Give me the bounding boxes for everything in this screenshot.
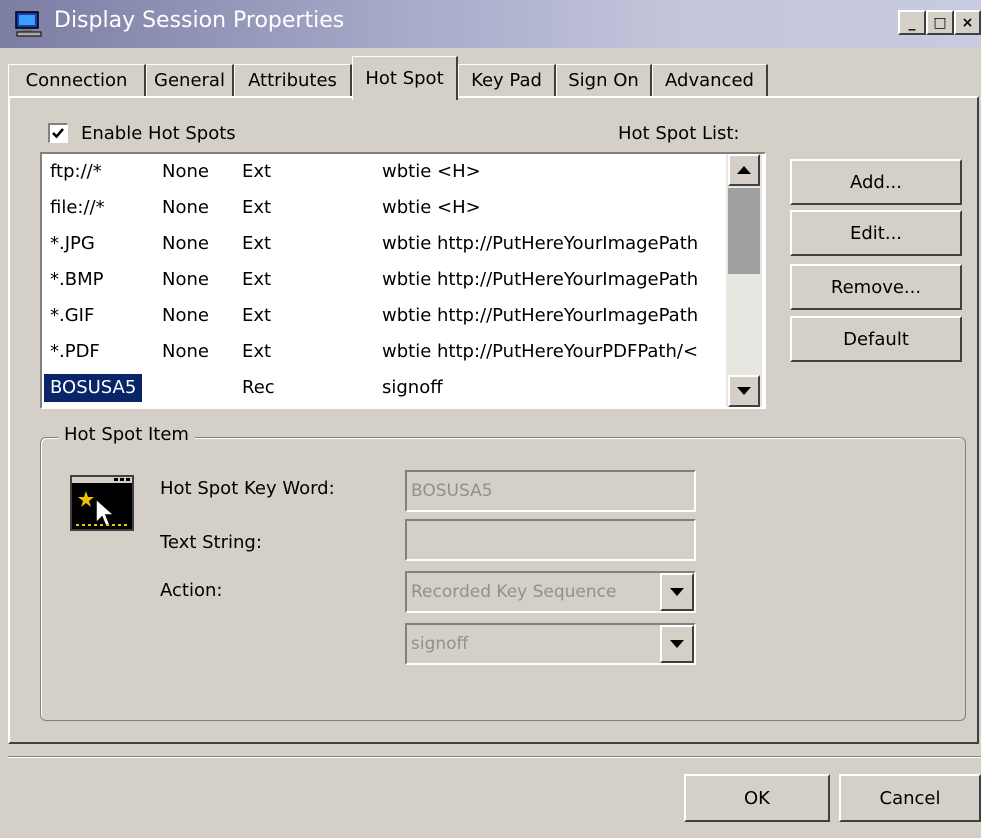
list-item[interactable]: file://* None Ext wbtie <H> <box>42 190 732 226</box>
keyword-field[interactable]: BOSUSA5 <box>405 470 696 512</box>
list-item-selected[interactable]: BOSUSA5 Rec signoff <box>42 370 732 406</box>
key-sequence-select[interactable]: signoff <box>405 623 696 665</box>
keyword-label: Hot Spot Key Word: <box>160 478 335 499</box>
close-button[interactable]: × <box>954 10 981 35</box>
hot-spot-list[interactable]: ftp://* None Ext wbtie <H> file://* None… <box>40 152 766 409</box>
tab-connection[interactable]: Connection <box>8 64 146 96</box>
remove-button[interactable]: Remove... <box>790 264 962 310</box>
action-select[interactable]: Recorded Key Sequence <box>405 571 696 613</box>
tab-sign-on[interactable]: Sign On <box>556 64 652 96</box>
hot-spot-item-title: Hot Spot Item <box>58 424 195 445</box>
list-scrollbar[interactable] <box>726 154 762 407</box>
display-session-icon <box>15 11 42 37</box>
hot-spot-list-label: Hot Spot List: <box>618 123 740 144</box>
list-item[interactable]: *.JPG None Ext wbtie http://PutHereYourI… <box>42 226 732 262</box>
add-button[interactable]: Add... <box>790 159 962 205</box>
text-string-label: Text String: <box>160 532 262 553</box>
list-item[interactable]: ftp://* None Ext wbtie <H> <box>42 154 732 190</box>
minimize-button[interactable]: _ <box>898 10 926 35</box>
list-item[interactable]: *.PDF None Ext wbtie http://PutHereYourP… <box>42 334 732 370</box>
action-label: Action: <box>160 580 223 601</box>
list-item[interactable]: *.GIF None Ext wbtie http://PutHereYourI… <box>42 298 732 334</box>
scroll-up-button[interactable] <box>728 154 760 186</box>
chevron-down-icon <box>670 640 684 648</box>
hotspot-cursor-icon <box>70 475 134 531</box>
window-title: Display Session Properties <box>54 8 345 33</box>
tab-key-pad[interactable]: Key Pad <box>458 64 556 96</box>
sequence-dropdown-button[interactable] <box>660 625 694 663</box>
action-dropdown-button[interactable] <box>660 573 694 611</box>
tab-attributes[interactable]: Attributes <box>234 64 352 96</box>
footer-separator <box>8 756 981 758</box>
scroll-down-button[interactable] <box>728 375 760 407</box>
maximize-button[interactable]: □ <box>926 10 954 35</box>
arrow-up-icon <box>737 166 751 174</box>
scroll-thumb[interactable] <box>728 188 760 274</box>
checkmark-icon <box>52 128 64 139</box>
title-bar: Display Session Properties _ □ × <box>0 0 981 48</box>
tab-advanced[interactable]: Advanced <box>652 64 768 96</box>
chevron-down-icon <box>670 588 684 596</box>
tab-general[interactable]: General <box>146 64 234 96</box>
edit-button[interactable]: Edit... <box>790 210 962 256</box>
tab-hot-spot[interactable]: Hot Spot <box>352 56 458 100</box>
default-button[interactable]: Default <box>790 316 962 362</box>
text-string-field[interactable] <box>405 519 696 561</box>
enable-hot-spots-checkbox[interactable] <box>48 123 68 143</box>
ok-button[interactable]: OK <box>684 774 830 822</box>
cancel-button[interactable]: Cancel <box>839 774 981 822</box>
enable-hot-spots-label[interactable]: Enable Hot Spots <box>81 123 236 144</box>
arrow-down-icon <box>737 387 751 395</box>
list-item[interactable]: *.BMP None Ext wbtie http://PutHereYourI… <box>42 262 732 298</box>
